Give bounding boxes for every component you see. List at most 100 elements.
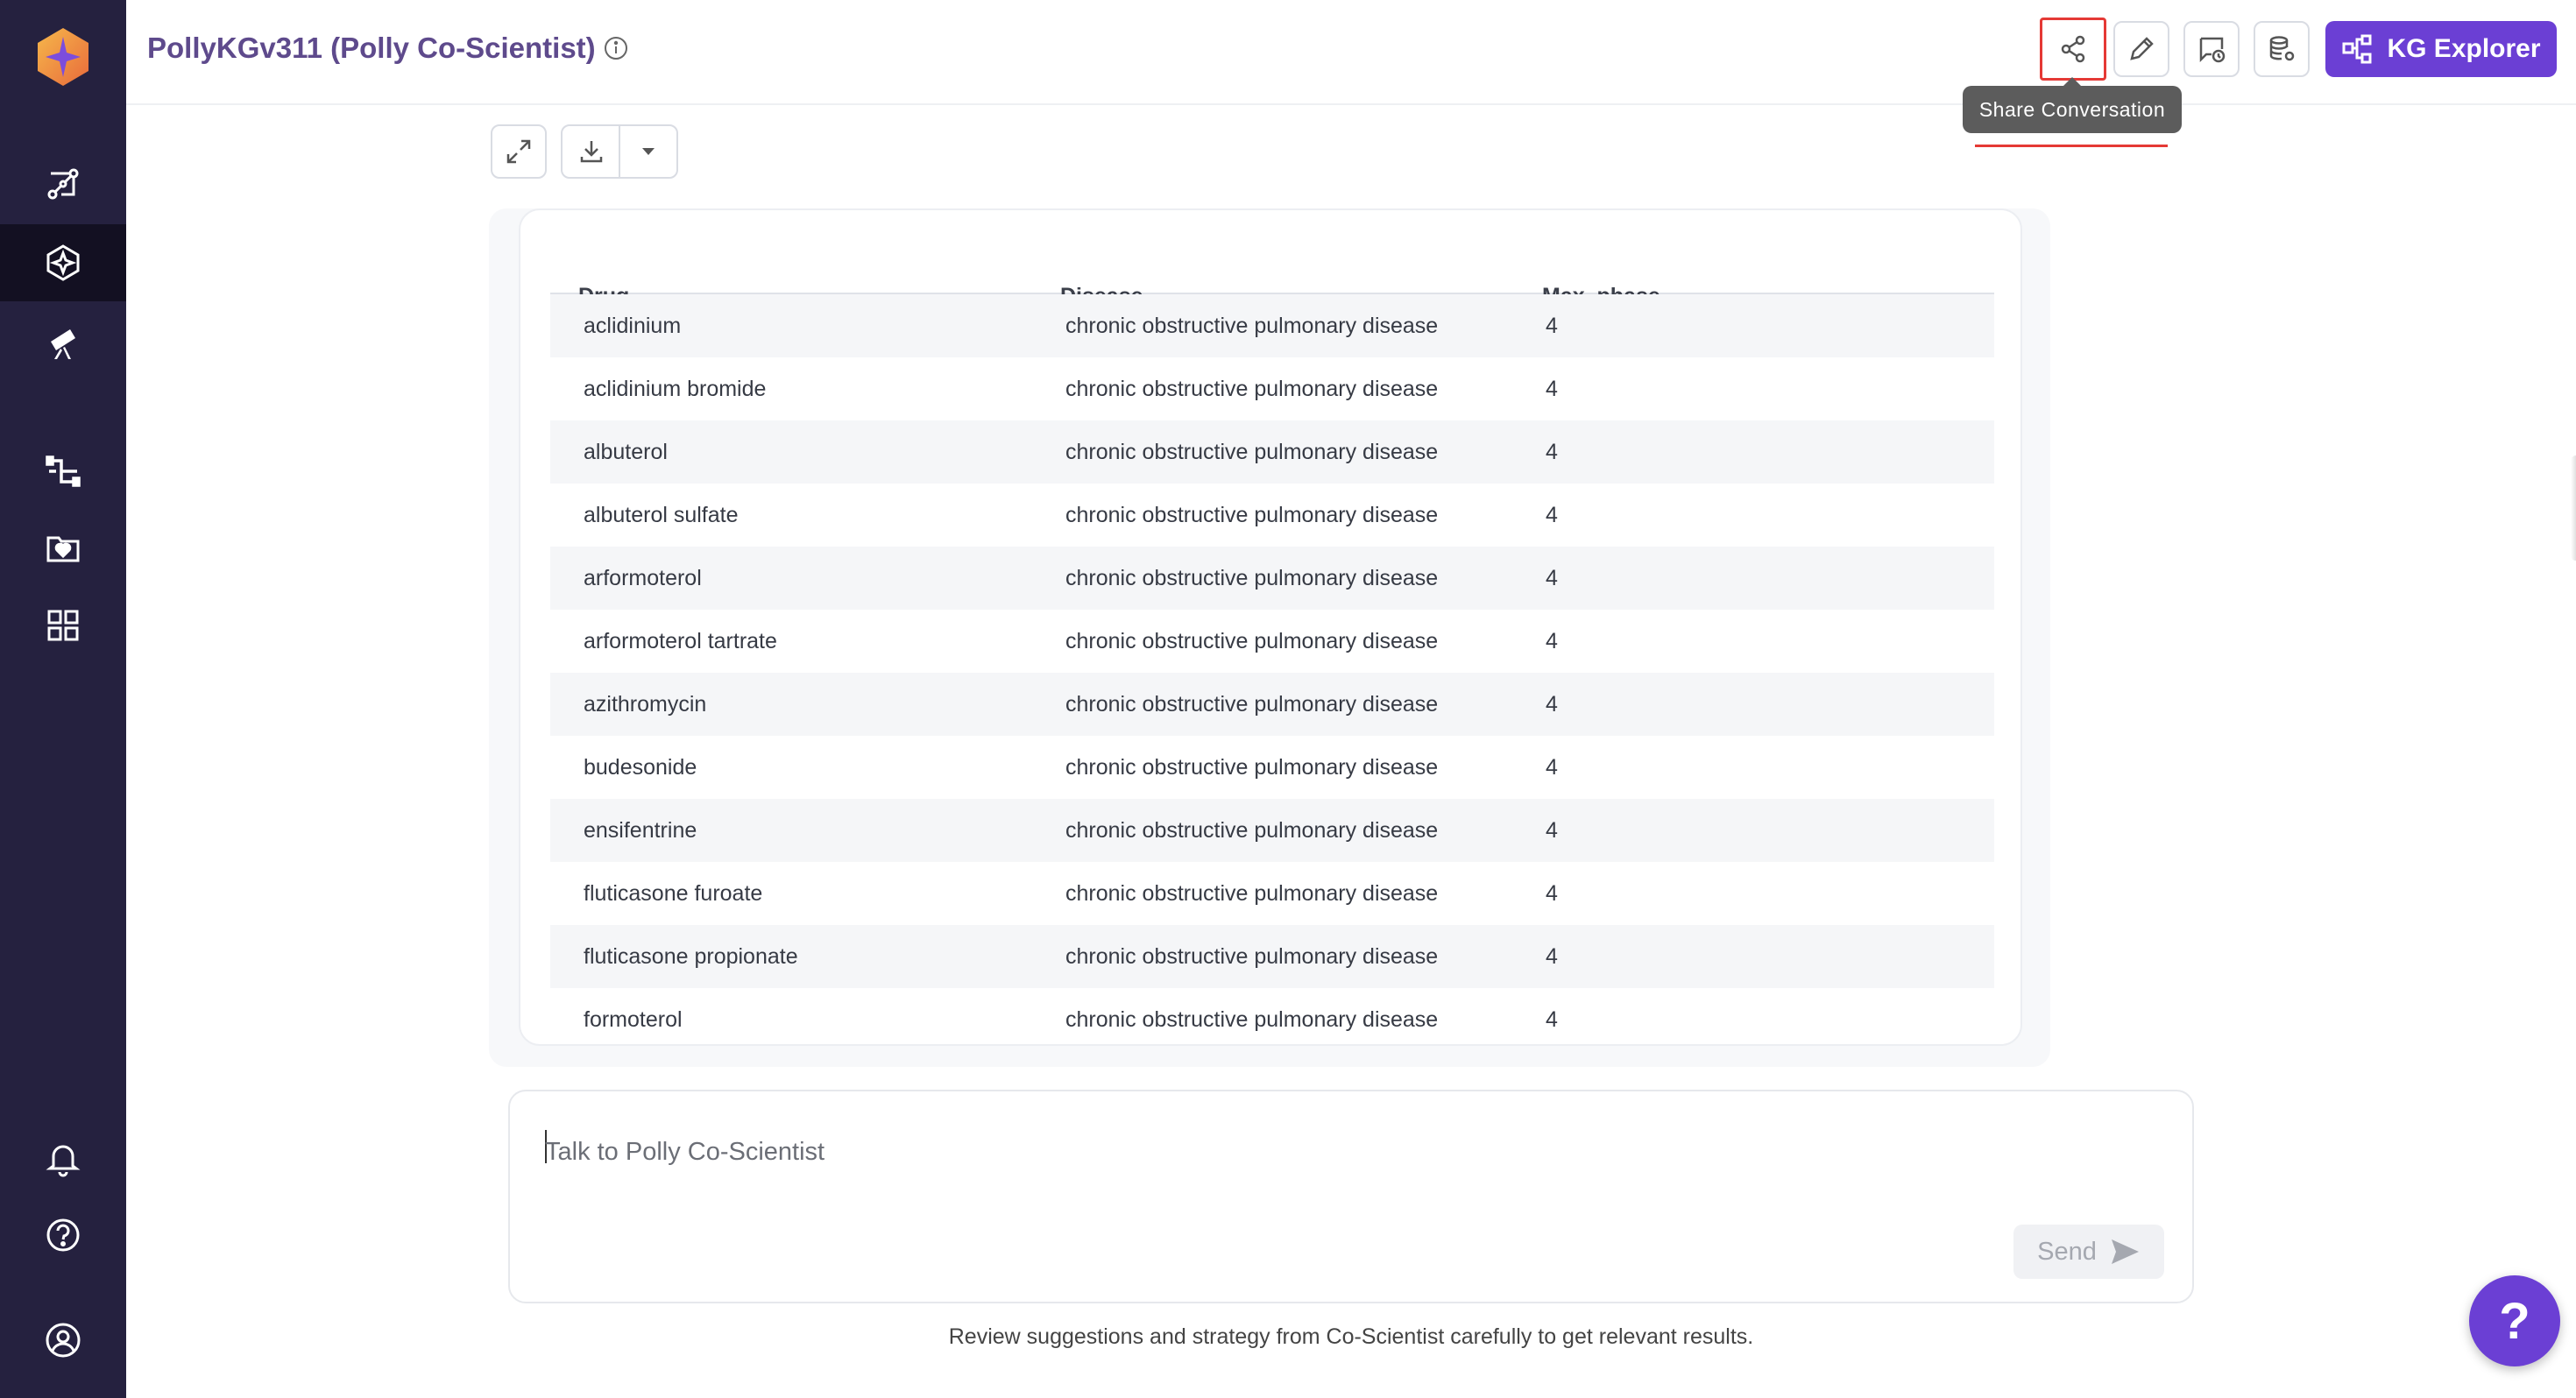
graph-nodes-icon <box>2342 34 2372 64</box>
cell-disease: chronic obstructive pulmonary disease <box>1065 314 1439 338</box>
cell-max-phase: 4 <box>1546 818 1558 843</box>
sidebar-item-favorites[interactable] <box>0 510 126 587</box>
cell-drug: formoterol <box>584 1007 683 1032</box>
cell-max-phase: 4 <box>1546 629 1558 653</box>
table-row[interactable]: arformoterol chronic obstructive pulmonar… <box>550 547 1994 610</box>
sidebar-item-profile[interactable] <box>0 1302 126 1379</box>
favorites-folder-icon <box>46 536 80 562</box>
polly-logo-icon[interactable] <box>35 26 91 88</box>
data-settings-button[interactable] <box>2254 21 2310 77</box>
sidebar-item-apps[interactable] <box>0 587 126 664</box>
cell-max-phase: 4 <box>1546 755 1558 780</box>
database-settings-icon <box>2269 36 2295 61</box>
cell-disease: chronic obstructive pulmonary disease <box>1065 629 1439 653</box>
cell-drug: albuterol <box>584 440 668 464</box>
table-row[interactable]: arformoterol tartrate chronic obstructive… <box>550 610 1994 673</box>
cell-max-phase: 4 <box>1546 377 1558 401</box>
user-avatar-icon <box>46 1323 81 1358</box>
cell-drug: albuterol sulfate <box>584 503 739 527</box>
pipeline-icon <box>46 455 81 487</box>
cell-drug: aclidinium <box>584 314 682 338</box>
edit-button[interactable] <box>2113 21 2169 77</box>
download-icon <box>580 141 602 163</box>
telescope-icon <box>51 329 75 359</box>
cell-drug: budesonide <box>584 755 697 780</box>
table-row[interactable]: formoterol chronic obstructive pulmonary … <box>550 988 1994 1044</box>
cell-drug: arformoterol tartrate <box>584 629 777 653</box>
table-row[interactable]: albuterol chronic obstructive pulmonary d… <box>550 420 1994 484</box>
expand-button[interactable] <box>491 124 547 179</box>
cell-drug: fluticasone furoate <box>584 881 763 906</box>
cell-max-phase: 4 <box>1546 944 1558 969</box>
pathway-icon <box>47 168 79 200</box>
share-conversation-button[interactable] <box>2040 18 2106 81</box>
table-row[interactable]: albuterol sulfate chronic obstructive pul… <box>550 484 1994 547</box>
table-row[interactable]: fluticasone furoate chronic obstructive p… <box>550 862 1994 925</box>
cell-max-phase: 4 <box>1546 440 1558 464</box>
info-icon[interactable] <box>603 35 629 61</box>
table-row[interactable]: aclidinium chronic obstructive pulmonary … <box>550 294 1994 357</box>
table-body: aclidinium chronic obstructive pulmonary … <box>550 294 1994 1044</box>
download-button[interactable] <box>563 138 619 166</box>
page-title: PollyKGv311 (Polly Co-Scientist) <box>147 32 596 64</box>
expand-icon <box>506 139 531 164</box>
sidebar-item-pipelines[interactable] <box>0 433 126 510</box>
chevron-down-icon <box>641 148 655 155</box>
chat-history-button[interactable] <box>2183 21 2240 77</box>
chat-composer: Send <box>508 1090 2194 1303</box>
help-fab-button[interactable]: ? <box>2469 1275 2560 1366</box>
share-icon <box>2061 35 2085 63</box>
table-row[interactable]: budesonide chronic obstructive pulmonary … <box>550 736 1994 799</box>
cell-disease: chronic obstructive pulmonary disease <box>1065 1007 1439 1032</box>
table-row[interactable]: fluticasone propionate chronic obstructiv… <box>550 925 1994 988</box>
side-drawer-handle[interactable] <box>2571 455 2576 561</box>
cell-max-phase: 4 <box>1546 1007 1558 1032</box>
apps-grid-icon <box>47 610 79 641</box>
bell-icon <box>46 1145 81 1177</box>
cell-drug: fluticasone propionate <box>584 944 798 969</box>
cell-disease: chronic obstructive pulmonary disease <box>1065 944 1439 969</box>
cell-disease: chronic obstructive pulmonary disease <box>1065 440 1439 464</box>
cell-disease: chronic obstructive pulmonary disease <box>1065 566 1439 590</box>
kg-explorer-label: KG Explorer <box>2387 34 2541 63</box>
sidebar-item-notifications[interactable] <box>0 1119 126 1197</box>
cell-drug: azithromycin <box>584 692 707 717</box>
cell-drug: ensifentrine <box>584 818 697 843</box>
cell-drug: aclidinium bromide <box>584 377 767 401</box>
sidebar-item-help[interactable] <box>0 1197 126 1274</box>
kg-explorer-button[interactable]: KG Explorer <box>2325 21 2557 77</box>
cell-disease: chronic obstructive pulmonary disease <box>1065 881 1439 906</box>
split-divider <box>619 124 620 179</box>
cell-max-phase: 4 <box>1546 503 1558 527</box>
sidebar <box>0 0 126 1398</box>
sidebar-item-co-scientist[interactable] <box>0 224 126 301</box>
cell-disease: chronic obstructive pulmonary disease <box>1065 692 1439 717</box>
disclaimer-text: Review suggestions and strategy from Co-… <box>948 1324 1754 1349</box>
cell-disease: chronic obstructive pulmonary disease <box>1065 755 1439 780</box>
send-button[interactable]: Send <box>2013 1225 2164 1279</box>
cell-disease: chronic obstructive pulmonary disease <box>1065 503 1439 527</box>
cell-max-phase: 4 <box>1546 692 1558 717</box>
table-row[interactable]: aclidinium bromide chronic obstructive pu… <box>550 357 1994 420</box>
send-label: Send <box>2037 1237 2097 1266</box>
sidebar-item-pathway[interactable] <box>0 145 126 222</box>
table-row[interactable]: azithromycin chronic obstructive pulmonar… <box>550 673 1994 736</box>
help-icon <box>46 1218 80 1252</box>
result-table-panel: Drug Disease Max_phase aclidinium chronic… <box>519 208 2022 1046</box>
app-root: PollyKGv311 (Polly Co-Scientist) KG Expl… <box>0 0 2576 1398</box>
cell-max-phase: 4 <box>1546 314 1558 338</box>
sidebar-item-explore[interactable] <box>0 303 126 380</box>
table-row[interactable]: ensifentrine chronic obstructive pulmonar… <box>550 799 1994 862</box>
table-header: Drug Disease Max_phase <box>550 249 1994 308</box>
chat-history-icon <box>2199 37 2226 63</box>
cell-max-phase: 4 <box>1546 881 1558 906</box>
chat-input[interactable] <box>545 1130 1947 1174</box>
cell-drug: arformoterol <box>584 566 702 590</box>
co-scientist-icon <box>46 244 80 281</box>
highlight-underline <box>1975 145 2168 147</box>
pencil-icon <box>2130 37 2154 60</box>
share-tooltip: Share Conversation <box>1963 77 2182 133</box>
download-options-dropdown[interactable] <box>619 138 676 166</box>
send-icon <box>2111 1239 2139 1264</box>
cell-max-phase: 4 <box>1546 566 1558 590</box>
